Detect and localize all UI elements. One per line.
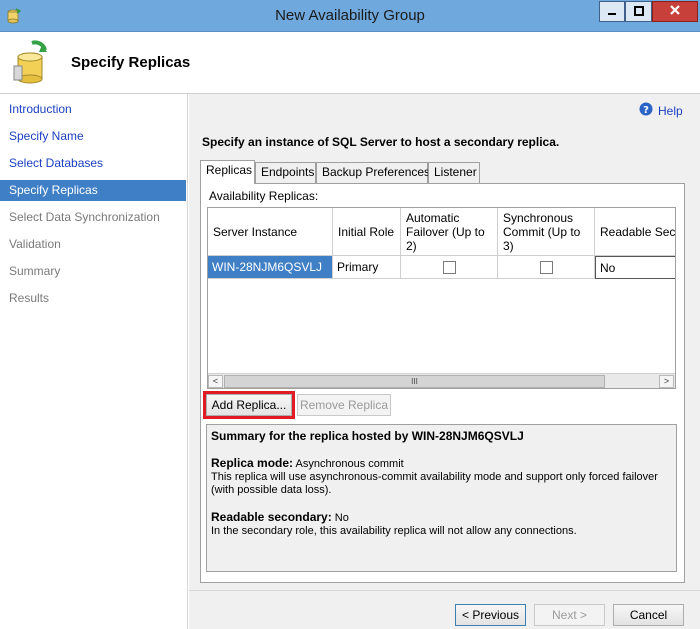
close-icon bbox=[669, 4, 681, 19]
cell-initial-role: Primary bbox=[333, 256, 401, 279]
database-sync-icon bbox=[12, 40, 52, 89]
replica-mode-description: This replica will use asynchronous-commi… bbox=[211, 471, 658, 496]
scroll-left-button[interactable]: < bbox=[208, 375, 223, 388]
replica-mode-label: Replica mode: bbox=[211, 456, 294, 470]
readable-secondary-value: No bbox=[334, 512, 349, 524]
readable-secondary-select[interactable]: No bbox=[595, 256, 675, 279]
replica-mode-value: Asynchronous commit bbox=[295, 458, 404, 470]
cell-automatic-failover bbox=[401, 256, 498, 279]
column-header-readable-secondary[interactable]: Readable Secon bbox=[595, 208, 675, 256]
column-header-synchronous-commit[interactable]: Synchronous Commit (Up to 3) bbox=[498, 208, 595, 256]
sidebar-item-results: Results bbox=[9, 291, 50, 305]
sidebar-item-summary: Summary bbox=[9, 264, 61, 278]
help-link[interactable]: ? Help bbox=[639, 102, 683, 119]
wizard-sidebar: Introduction Specify Name Select Databas… bbox=[0, 94, 188, 629]
readable-secondary-label: Readable secondary: bbox=[211, 510, 332, 524]
window-title: New Availability Group bbox=[275, 7, 425, 24]
tab-endpoints[interactable]: Endpoints bbox=[255, 162, 316, 183]
replicas-grid[interactable]: Server Instance Initial Role Automatic F… bbox=[207, 207, 676, 389]
automatic-failover-checkbox[interactable] bbox=[442, 260, 456, 274]
sidebar-item-specify-replicas[interactable]: Specify Replicas bbox=[0, 180, 186, 201]
svg-text:?: ? bbox=[643, 105, 649, 116]
page-header: Specify Replicas bbox=[0, 32, 700, 94]
page-title: Specify Replicas bbox=[71, 54, 191, 71]
close-button[interactable] bbox=[652, 1, 698, 22]
title-bar: New Availability Group bbox=[0, 0, 700, 32]
sidebar-item-specify-name[interactable]: Specify Name bbox=[0, 126, 186, 147]
minimize-button[interactable] bbox=[599, 1, 625, 22]
cell-server-instance[interactable]: WIN-28NJM6QSVLJ bbox=[208, 256, 333, 279]
tab-backup-preferences[interactable]: Backup Preferences bbox=[316, 162, 430, 183]
sidebar-item-validation: Validation bbox=[9, 237, 61, 251]
sidebar-item-select-data-synchronization: Select Data Synchronization bbox=[9, 210, 160, 224]
add-replica-button[interactable]: Add Replica... bbox=[206, 394, 292, 416]
cancel-button[interactable]: Cancel bbox=[613, 604, 684, 626]
sidebar-item-select-databases[interactable]: Select Databases bbox=[0, 153, 186, 174]
help-label: Help bbox=[658, 103, 683, 118]
readable-secondary-description: In the secondary role, this availability… bbox=[211, 525, 577, 537]
cell-synchronous-commit bbox=[498, 256, 595, 279]
summary-title: Summary for the replica hosted by WIN-28… bbox=[211, 429, 524, 443]
instruction-text: Specify an instance of SQL Server to hos… bbox=[202, 135, 560, 149]
replica-summary-panel: Summary for the replica hosted by WIN-28… bbox=[206, 424, 677, 572]
sidebar-item-introduction[interactable]: Introduction bbox=[0, 99, 186, 120]
tab-listener[interactable]: Listener bbox=[428, 162, 480, 183]
help-icon: ? bbox=[639, 102, 653, 119]
minimize-icon bbox=[607, 5, 617, 19]
tab-replicas[interactable]: Replicas bbox=[200, 160, 255, 184]
remove-replica-button: Remove Replica bbox=[297, 394, 391, 416]
synchronous-commit-checkbox[interactable] bbox=[539, 260, 553, 274]
maximize-button[interactable] bbox=[625, 1, 652, 22]
column-header-automatic-failover[interactable]: Automatic Failover (Up to 2) bbox=[401, 208, 498, 256]
maximize-icon bbox=[633, 5, 644, 19]
availability-replicas-label: Availability Replicas: bbox=[209, 189, 319, 203]
next-button: Next > bbox=[534, 604, 605, 626]
scroll-thumb[interactable]: III bbox=[224, 375, 605, 388]
scroll-right-button[interactable]: > bbox=[659, 375, 674, 388]
column-header-server-instance[interactable]: Server Instance bbox=[208, 208, 333, 256]
column-header-initial-role[interactable]: Initial Role bbox=[333, 208, 401, 256]
previous-button[interactable]: < Previous bbox=[455, 604, 526, 626]
grid-horizontal-scrollbar[interactable]: < III > bbox=[208, 373, 675, 388]
footer-separator bbox=[189, 590, 700, 591]
